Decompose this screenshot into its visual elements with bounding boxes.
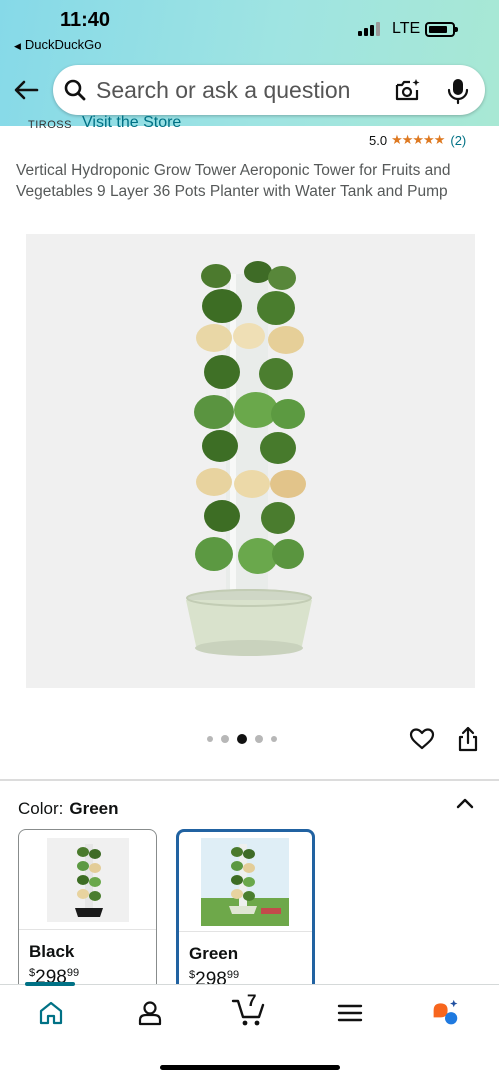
menu-icon[interactable]: [336, 999, 364, 1027]
color-option-black[interactable]: Black $29899: [18, 829, 157, 999]
home-icon[interactable]: [37, 999, 65, 1027]
color-label-text: Color:: [18, 799, 64, 818]
heart-icon[interactable]: [409, 727, 435, 751]
image-carousel-dots[interactable]: [207, 734, 277, 744]
carousel-dot[interactable]: [255, 735, 263, 743]
search-bar[interactable]: Search or ask a question: [53, 65, 485, 115]
grow-tower-illustration: [186, 261, 312, 656]
rating-value: 5.0: [369, 132, 388, 148]
color-thumbnail-black: [19, 830, 156, 930]
carousel-dot[interactable]: [221, 735, 229, 743]
selected-color: Green: [69, 799, 119, 818]
cart-count: 7: [247, 991, 257, 1010]
browser-header: 11:40 ◀ DuckDuckGo LTE Search or ask a qu…: [0, 0, 499, 126]
rating-count[interactable]: (2): [450, 133, 466, 148]
back-to-app-link[interactable]: ◀ DuckDuckGo: [14, 37, 102, 52]
battery-icon: [425, 22, 458, 37]
rating-summary[interactable]: 5.0 ★★★★★ (2): [369, 132, 466, 148]
camera-search-icon[interactable]: [394, 77, 422, 103]
cart-button[interactable]: 7: [230, 991, 270, 1031]
back-app-label: DuckDuckGo: [24, 37, 102, 52]
carousel-dot[interactable]: [207, 736, 213, 742]
color-option-name: Green: [189, 944, 239, 963]
search-icon: [64, 79, 86, 101]
carousel-dot-active[interactable]: [237, 734, 247, 744]
network-label: LTE: [392, 20, 421, 37]
visit-store-link[interactable]: Visit the Store: [82, 114, 181, 132]
status-time: 11:40: [60, 9, 111, 31]
chevron-up-icon[interactable]: [456, 796, 474, 810]
brand-logo: TIROSS: [28, 119, 72, 131]
section-divider: [0, 779, 499, 781]
back-arrow-icon[interactable]: [12, 76, 40, 104]
product-image[interactable]: [26, 234, 475, 688]
bottom-nav: 7: [0, 982, 499, 1080]
rufus-icon[interactable]: [431, 999, 459, 1027]
product-page: 11:40 ◀ DuckDuckGo LTE Search or ask a qu…: [0, 0, 499, 1080]
color-option-green[interactable]: Green $29899: [176, 829, 315, 999]
search-input[interactable]: Search or ask a question: [96, 77, 350, 104]
active-tab-indicator: [25, 982, 75, 986]
share-icon[interactable]: [457, 726, 479, 752]
star-rating-icon: ★★★★★: [391, 132, 445, 147]
account-icon[interactable]: [136, 999, 164, 1027]
home-indicator[interactable]: [160, 1065, 340, 1070]
product-title: Vertical Hydroponic Grow Tower Aeroponic…: [16, 162, 451, 200]
back-triangle-icon: ◀: [14, 41, 21, 51]
color-thumbnail-green: [179, 832, 312, 932]
carousel-dot[interactable]: [271, 736, 277, 742]
microphone-icon[interactable]: [446, 77, 470, 105]
color-selector-label: Color: Green: [18, 799, 119, 819]
color-option-name: Black: [29, 942, 75, 961]
signal-icon: [358, 22, 380, 36]
